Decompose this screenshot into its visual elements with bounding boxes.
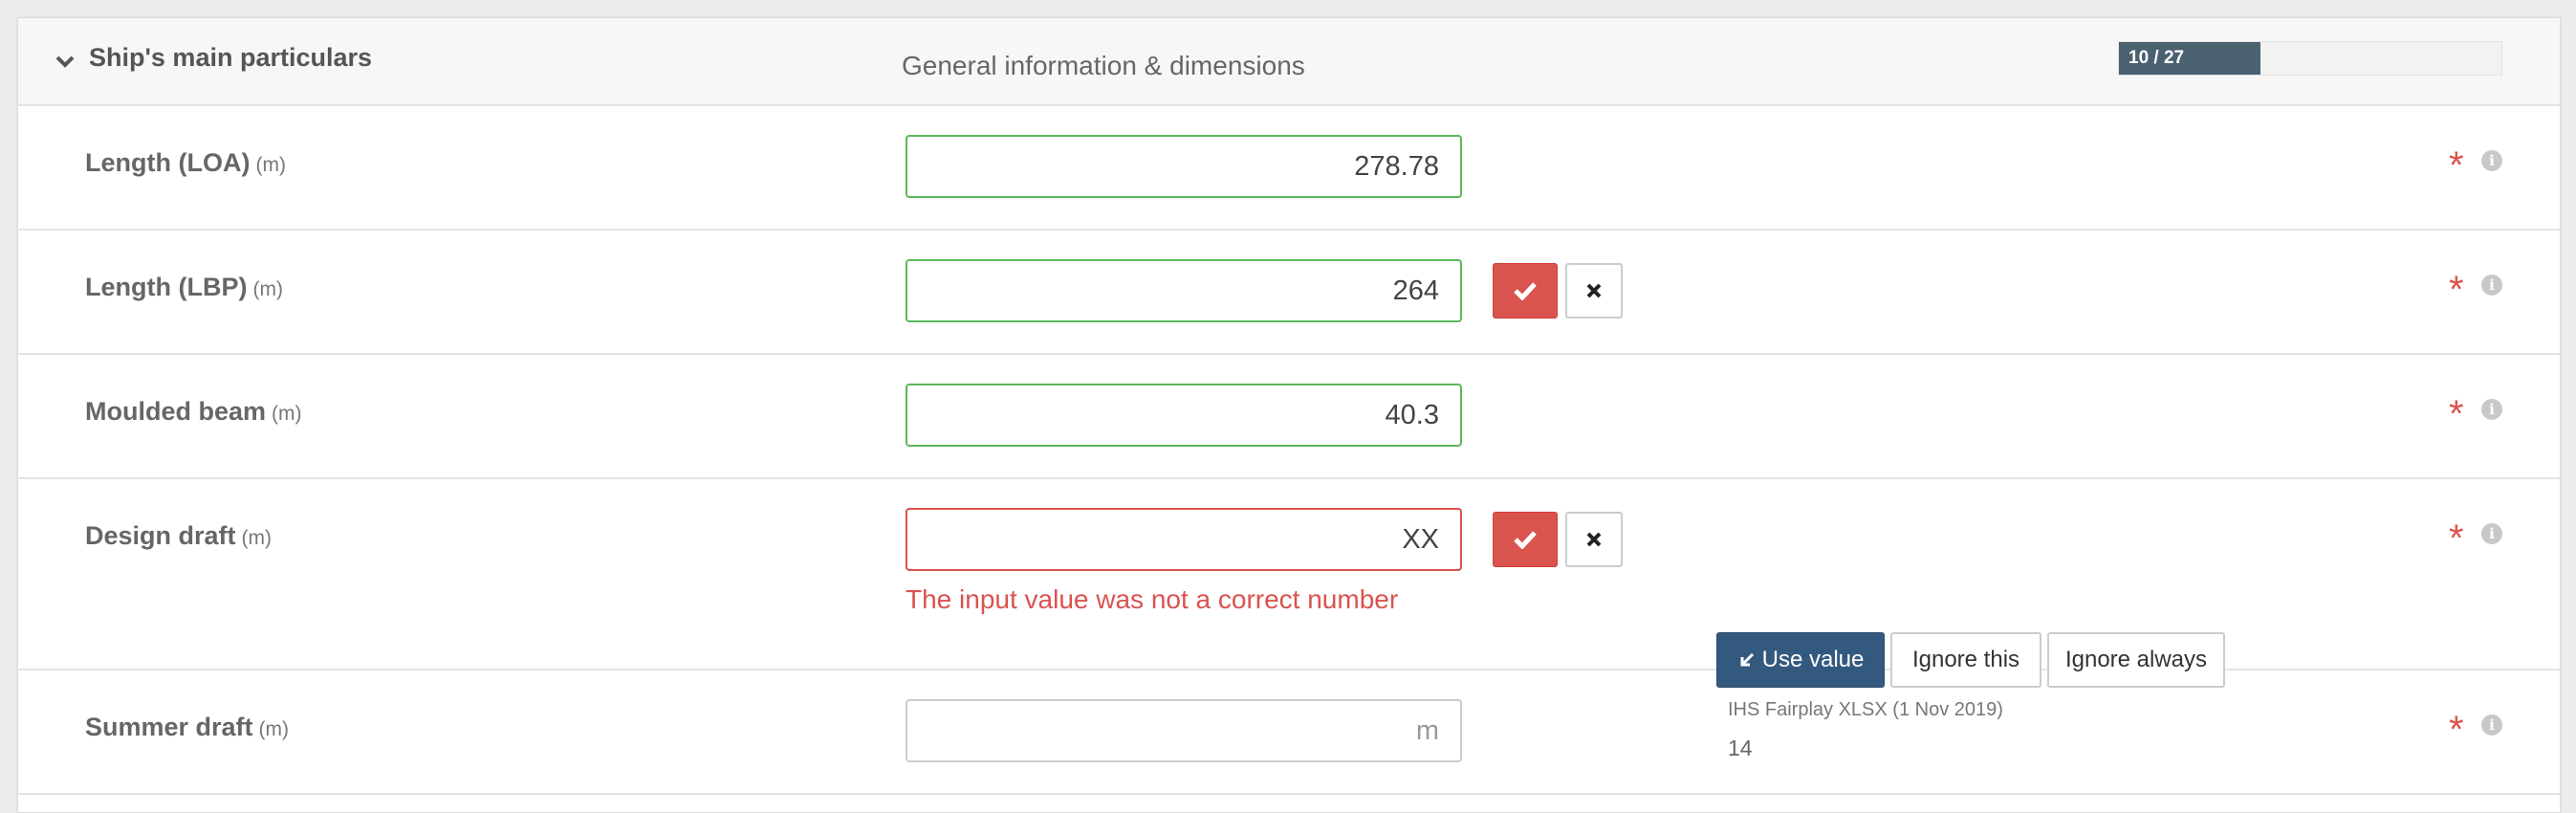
info-icon[interactable]: i [2481, 399, 2502, 420]
unit-label: (m) [252, 278, 283, 300]
progress-text: 10 / 27 [2128, 48, 2185, 68]
asterisk-icon: * [2449, 709, 2464, 751]
section-header[interactable]: Ship's main particulars General informat… [18, 18, 2560, 106]
reject-button[interactable] [1565, 263, 1623, 319]
section-subtitle: General information & dimensions [902, 51, 1305, 80]
asterisk-icon: * [2449, 517, 2464, 560]
info-icon[interactable]: i [2481, 714, 2502, 736]
confirm-button[interactable] [1493, 512, 1558, 567]
chevron-down-icon[interactable] [55, 51, 76, 72]
row-moulded-beam: Moulded beam (m) 40.3 * i [18, 355, 2560, 479]
info-icon[interactable]: i [2481, 275, 2502, 296]
row-length-lbp: Length (LBP) (m) 264 * i [18, 231, 2560, 355]
field-label: Moulded beam (m) [85, 397, 302, 426]
reject-button[interactable] [1565, 512, 1623, 567]
field-label: Length (LBP) (m) [85, 273, 283, 301]
length-loa-input[interactable]: 278.78 [906, 135, 1462, 198]
asterisk-icon: * [2449, 393, 2464, 435]
section-title: Ship's main particulars [89, 43, 373, 72]
design-draft-input[interactable]: XX [906, 508, 1462, 571]
info-icon[interactable]: i [2481, 150, 2502, 171]
use-value-button[interactable]: Use value [1716, 632, 1885, 688]
asterisk-icon: * [2449, 269, 2464, 311]
error-message: The input value was not a correct number [906, 584, 1399, 614]
progress-bar: 10 / 27 [2118, 41, 2502, 76]
confirm-button[interactable] [1493, 263, 1558, 319]
info-icon[interactable]: i [2481, 523, 2502, 544]
row-length-loa: Length (LOA) (m) 278.78 * i [18, 106, 2560, 231]
ignore-always-button[interactable]: Ignore always [2047, 632, 2225, 688]
close-icon [1586, 283, 1602, 298]
unit-label: (m) [258, 718, 290, 740]
particulars-panel: Ship's main particulars General informat… [17, 17, 2561, 813]
asterisk-icon: * [2449, 144, 2464, 187]
moulded-beam-input[interactable]: 40.3 [906, 384, 1462, 447]
unit-label: (m) [255, 154, 286, 176]
summer-draft-input[interactable]: m [906, 699, 1462, 762]
field-label: Summer draft (m) [85, 713, 290, 741]
field-label: Design draft (m) [85, 521, 273, 550]
close-icon [1586, 532, 1602, 547]
field-label: Length (LOA) (m) [85, 148, 286, 177]
arrow-down-left-icon [1740, 652, 1754, 667]
length-lbp-input[interactable]: 264 [906, 259, 1462, 322]
suggestion-value: 14 [1728, 736, 1753, 760]
row-summer-draft: Summer draft (m) m * i [18, 670, 2560, 795]
use-value-label: Use value [1761, 647, 1865, 672]
ignore-this-button[interactable]: Ignore this [1890, 632, 2041, 688]
check-icon [1514, 531, 1537, 549]
check-icon [1514, 282, 1537, 300]
unit-label: (m) [272, 403, 302, 425]
unit-label: (m) [241, 527, 273, 549]
suggestion-source: IHS Fairplay XLSX (1 Nov 2019) [1728, 699, 2003, 720]
